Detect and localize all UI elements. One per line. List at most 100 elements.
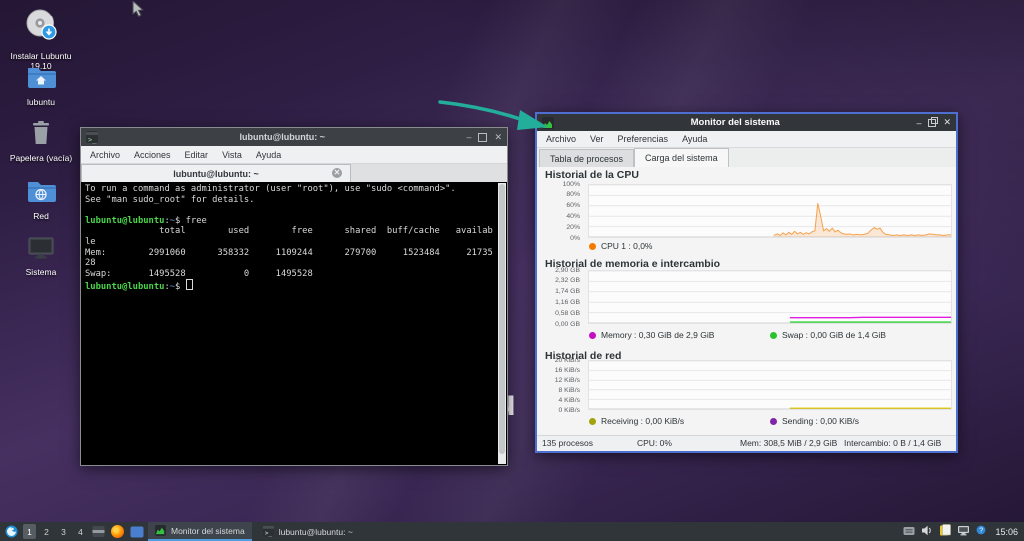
legend-item: Receiving : 0,00 KiB/s (589, 416, 684, 426)
axis-tick-label: 20% (566, 223, 580, 231)
monitor-titlebar[interactable]: Monitor del sistema – ✕ (537, 114, 956, 131)
clipboard-icon[interactable] (939, 523, 952, 541)
cpu-axis-ticks: 100% 80% 60% 40% 20% 0% (537, 181, 583, 242)
memory-history-chart (588, 270, 952, 324)
svg-text:?: ? (980, 527, 984, 534)
legend-color-dot (589, 242, 596, 250)
taskbar: 1 2 3 4 Monitor del sistema >_ lubuntu@l… (0, 522, 1024, 541)
axis-tick-label: 40% (566, 212, 580, 220)
legend-color-dot (770, 331, 777, 339)
trash-icon (26, 118, 56, 153)
tab-process-table[interactable]: Tabla de procesos (539, 149, 635, 167)
axis-tick-label: 8 KiB/s (558, 386, 580, 394)
monitor-close-button[interactable]: ✕ (943, 117, 951, 128)
menu-ayuda[interactable]: Ayuda (256, 150, 281, 160)
menu-vista[interactable]: Vista (222, 150, 242, 160)
workspace-button-1[interactable]: 1 (23, 524, 36, 539)
annotation-arrow (438, 100, 548, 130)
status-memory: Mem: 308,5 MiB / 2,9 GiB (740, 438, 838, 448)
axis-tick-label: 4 KiB/s (558, 396, 580, 404)
network-folder-icon (24, 176, 58, 211)
tab-close-icon[interactable]: ✕ (332, 168, 342, 178)
terminal-window-title: lubuntu@lubuntu: ~ (239, 132, 325, 142)
status-swap: Intercambio: 0 B / 1,4 GiB (844, 438, 942, 448)
menu-acciones[interactable]: Acciones (134, 150, 171, 160)
terminal-tab-label: lubuntu@lubuntu: ~ (173, 168, 259, 179)
system-monitor-window[interactable]: Monitor del sistema – ✕ Archivo Ver Pref… (535, 112, 958, 453)
taskbar-clock[interactable]: 15:06 (995, 527, 1018, 537)
terminal-scrollbar[interactable] (498, 183, 506, 464)
legend-item: Swap : 0,00 GiB de 1,4 GiB (770, 330, 886, 340)
legend-color-dot (589, 417, 596, 425)
workspace-button-4[interactable]: 4 (74, 524, 87, 539)
menu-ver[interactable]: Ver (590, 134, 604, 144)
axis-tick-label: 80% (566, 191, 580, 199)
home-folder-icon (24, 62, 58, 97)
legend-color-dot (770, 417, 777, 425)
menu-preferencias[interactable]: Preferencias (618, 134, 669, 144)
axis-tick-label: 1,74 GB (555, 288, 580, 296)
workspace-button-2[interactable]: 2 (40, 524, 53, 539)
monitor-restore-button[interactable] (928, 116, 939, 127)
tab-system-load[interactable]: Carga del sistema (634, 148, 729, 167)
workspace-button-3[interactable]: 3 (57, 524, 70, 539)
menu-archivo[interactable]: Archivo (90, 150, 120, 160)
monitor-statusbar: 135 procesos CPU: 0% Mem: 308,5 MiB / 2,… (537, 435, 956, 451)
menu-ayuda[interactable]: Ayuda (682, 134, 707, 144)
monitor-window-title: Monitor del sistema (690, 117, 780, 128)
system-monitor-task-icon (155, 525, 166, 536)
cpu-history-chart (588, 184, 952, 238)
legend-label: Sending : 0,00 KiB/s (782, 416, 860, 426)
axis-tick-label: 2,32 GB (555, 277, 580, 285)
axis-tick-label: 0% (570, 234, 580, 242)
svg-text:>_: >_ (88, 136, 97, 144)
legend-label: Receiving : 0,00 KiB/s (601, 416, 685, 426)
svg-text:>_: >_ (265, 530, 273, 537)
network-history-chart (588, 360, 952, 410)
desktop-icon-home[interactable]: lubuntu (2, 62, 80, 108)
file-manager-icon[interactable] (91, 524, 106, 539)
legend-item: Sending : 0,00 KiB/s (770, 416, 859, 426)
cpu-history-title: Historial de la CPU (545, 169, 639, 181)
legend-color-dot (589, 331, 596, 339)
legend-item: Memory : 0,30 GiB de 2,9 GiB (589, 330, 714, 340)
axis-tick-label: 16 KiB/s (554, 366, 580, 374)
terminal-window[interactable]: >_ lubuntu@lubuntu: ~ – ✕ Archivo Accion… (80, 127, 508, 466)
terminal-text: To run a command as administrator (user … (85, 184, 493, 293)
axis-tick-label: 0,00 GB (555, 320, 580, 328)
terminal-task-icon: >_ (262, 526, 274, 537)
network-icon[interactable] (957, 523, 970, 541)
keyboard-layout-icon[interactable] (903, 523, 915, 541)
terminal-output-area[interactable]: To run a command as administrator (user … (81, 182, 507, 465)
desktop-icon-trash[interactable]: Papelera (vacía) (2, 118, 80, 164)
monitor-tabbar: Tabla de procesos Carga del sistema (537, 148, 956, 167)
menu-editar[interactable]: Editar (185, 150, 209, 160)
legend-label: CPU 1 : 0,0% (601, 241, 653, 251)
legend-label: Swap : 0,00 GiB de 1,4 GiB (782, 330, 886, 340)
terminal-app-icon: >_ (86, 131, 98, 144)
firefox-icon[interactable] (110, 524, 125, 539)
blue-app-icon[interactable] (129, 524, 144, 539)
task-button-terminal[interactable]: >_ lubuntu@lubuntu: ~ (256, 522, 360, 541)
status-process-count: 135 procesos (542, 438, 594, 448)
terminal-tab[interactable]: lubuntu@lubuntu: ~ ✕ (81, 164, 351, 182)
volume-icon[interactable] (921, 523, 933, 541)
legend-label: Memory : 0,30 GiB de 2,9 GiB (601, 330, 715, 340)
desktop-icon-network[interactable]: Red (2, 176, 80, 222)
terminal-scrollbar-thumb[interactable] (499, 184, 505, 454)
axis-tick-label: 1,16 GB (555, 298, 580, 306)
memory-axis-ticks: 2,90 GB 2,32 GB 1,74 GB 1,16 GB 0,58 GB 0,00 … (537, 266, 583, 328)
axis-tick-label: 2,90 GB (555, 266, 580, 274)
network-axis-ticks: 20 KiB/s 16 KiB/s 12 KiB/s 8 KiB/s 4 KiB/s 0 … (537, 356, 583, 414)
desktop-icon-system[interactable]: Sistema (2, 234, 80, 278)
monitor-minimize-button[interactable]: – (916, 118, 921, 128)
mouse-cursor (132, 1, 144, 17)
axis-tick-label: 0 KiB/s (558, 406, 580, 414)
axis-tick-label: 0,58 GB (555, 309, 580, 317)
axis-tick-label: 20 KiB/s (554, 356, 580, 364)
lubuntu-menu-button[interactable] (4, 524, 19, 539)
axis-tick-label: 60% (566, 202, 580, 210)
task-button-system-monitor[interactable]: Monitor del sistema (148, 522, 252, 541)
notifications-icon[interactable]: ? (976, 523, 987, 541)
installer-disc-icon (22, 8, 60, 51)
